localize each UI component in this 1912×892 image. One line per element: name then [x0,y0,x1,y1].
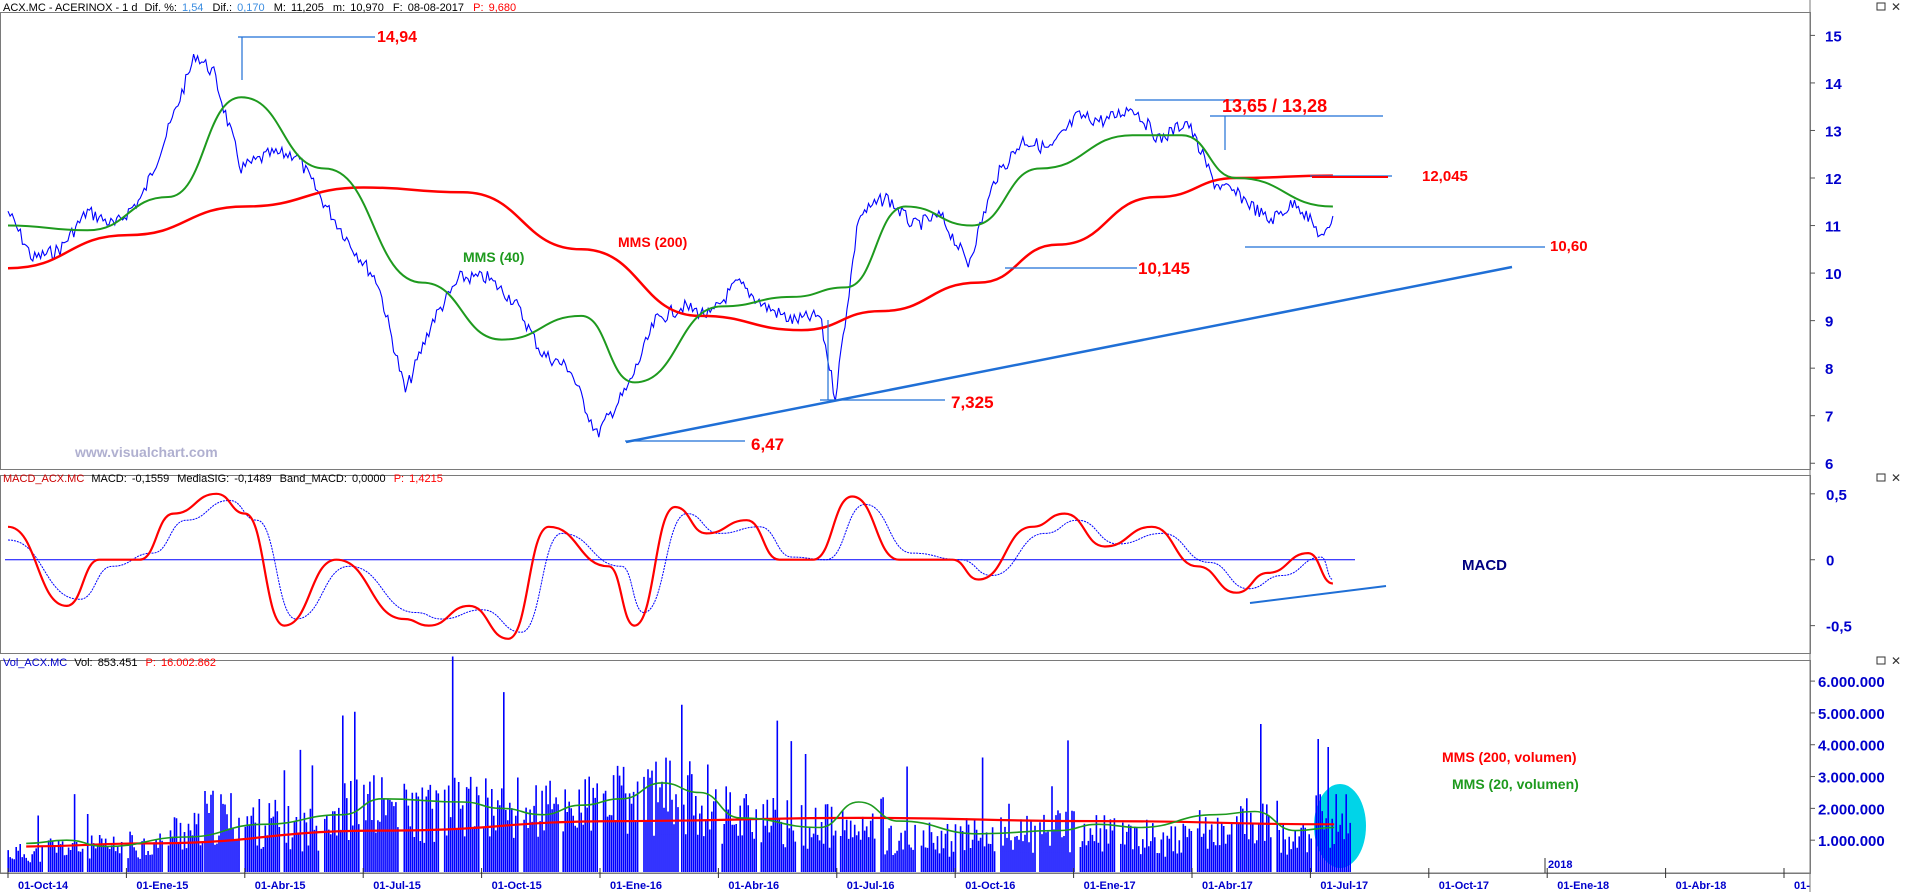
price-tick-label: 9 [1825,314,1833,331]
label-mms40: MMS (40) [463,249,524,265]
x-tick-label: 01-Oct-14 [18,880,69,892]
macd-plot [5,492,1355,640]
label-macd: MACD [1462,557,1507,574]
long-term-trendline [625,265,1513,444]
legend-vol-mms20: MMS (20, volumen) [1452,776,1579,792]
macd-signal-series [7,499,1334,633]
macd-axis: 0,5 0 -0,5 [1810,487,1852,636]
price-tick-label: 13 [1825,123,1842,140]
price-tick-label: 15 [1825,28,1842,45]
x-tick-label: 01-Abr-17 [1202,880,1253,892]
price-tick-label: 8 [1825,361,1833,378]
panel-frames [0,12,1811,874]
price-tick-label: 10 [1825,266,1842,283]
year-marker: 2018 [1548,859,1572,871]
macd-close-icon[interactable]: ✕ [1891,471,1901,485]
x-tick-label: 01-Jul-17 [1320,880,1368,892]
volume-bars [7,656,1351,872]
label-13-65-13-28: 13,65 / 13,28 [1222,96,1327,116]
label-10-145: 10,145 [1138,259,1190,278]
price-tick-label: 11 [1825,219,1841,236]
price-axis: 6 7 8 9 10 11 12 13 14 15 [1810,28,1842,473]
macd-tick-label: -0,5 [1826,619,1852,636]
price-tick-label: 7 [1825,409,1833,426]
watermark: www.visualchart.com [74,444,218,460]
price-close-icon[interactable]: ✕ [1891,0,1901,14]
x-tick-label: 01-Oct-17 [1439,880,1489,892]
svg-text:✕: ✕ [1891,654,1901,668]
x-tick-label: 01-Ene-16 [610,880,662,892]
stock-chart: ACX.MC - ACERINOX - 1 d Dif. %: 1,54 Dif… [0,0,1901,892]
volume-tick-label: 1.000.000 [1818,833,1885,850]
label-7-325: 7,325 [951,393,994,412]
x-tick-label: 01-Jul-16 [847,880,895,892]
x-tick-label: 01-Abr-16 [728,880,779,892]
x-tick-label: 01-Abr-15 [255,880,306,892]
price-minimize-icon[interactable] [1876,2,1886,11]
label-14-94: 14,94 [377,29,417,46]
svg-text:MACD_ACX.MC MACD:: MACD_ACX.MC MACD: -0,1559 MediaSIG: -0,1… [3,473,443,485]
volume-tick-label: 6.000.000 [1818,674,1885,691]
volume-tick-label: 4.000.000 [1818,738,1885,755]
volume-close-icon[interactable]: ✕ [1891,654,1901,668]
volume-header: Vol_ACX.MC Vol: 853.451 P: 16.002.862 [3,657,216,669]
header-symbol: ACX.MC - ACERINOX - 1 d [3,2,137,14]
label-12-045: 12,045 [1422,168,1468,185]
price-tick-label: 12 [1825,171,1842,188]
svg-text:✕: ✕ [1891,471,1901,485]
x-tick-label: 01-Ene-15 [136,880,188,892]
level-labels: 14,94 13,65 / 13,28 12,045 10,60 10,145 … [377,29,1588,454]
svg-text:ACX.MC - ACERINOX - 1 d: ACX.MC - ACERINOX - 1 d Dif. %: 1,54 Dif… [3,2,516,14]
annotation-lines [238,36,1545,442]
panel-controls: ✕ ✕ ✕ [1876,0,1901,668]
volume-minimize-icon[interactable] [1876,656,1886,665]
x-tick-label: 01-Jul-15 [373,880,421,892]
x-tick-label: 01-Abr-18 [1676,880,1727,892]
x-tick-label: 01-Oct-15 [492,880,542,892]
svg-text:Vol_ACX.MC Vol: 85: Vol_ACX.MC Vol: 853.451 P: 16.002.862 [3,657,216,669]
price-tick-label: 6 [1825,456,1833,473]
label-10-60: 10,60 [1550,238,1588,255]
macd-header: MACD_ACX.MC MACD: -0,1559 MediaSIG: -0,1… [3,473,443,485]
x-tick-label: 01-Ene-18 [1557,880,1609,892]
macd-series [7,492,1334,640]
price-tick-label: 14 [1825,76,1842,93]
macd-tick-label: 0,5 [1826,487,1847,504]
macd-tick-label: 0 [1826,553,1834,570]
svg-text:✕: ✕ [1891,0,1901,14]
x-tick-label: 01-Oct-16 [965,880,1015,892]
volume-tick-label: 3.000.000 [1818,770,1885,787]
legend-vol-mms200: MMS (200, volumen) [1442,749,1577,765]
price-header: ACX.MC - ACERINOX - 1 d Dif. %: 1,54 Dif… [3,2,516,14]
x-tick-label: 01- [1794,880,1810,892]
x-tick-label: 01-Ene-17 [1084,880,1136,892]
macd-minimize-icon[interactable] [1876,473,1886,482]
volume-tick-label: 2.000.000 [1818,801,1885,818]
macd-trendline [1249,585,1387,604]
label-6-47: 6,47 [751,435,784,454]
volume-plot [7,656,1351,872]
volume-axis: 1.000.000 2.000.000 3.000.000 4.000.000 5.00… [1810,674,1885,850]
label-mms200: MMS (200) [618,234,687,250]
volume-tick-label: 5.000.000 [1818,706,1885,723]
